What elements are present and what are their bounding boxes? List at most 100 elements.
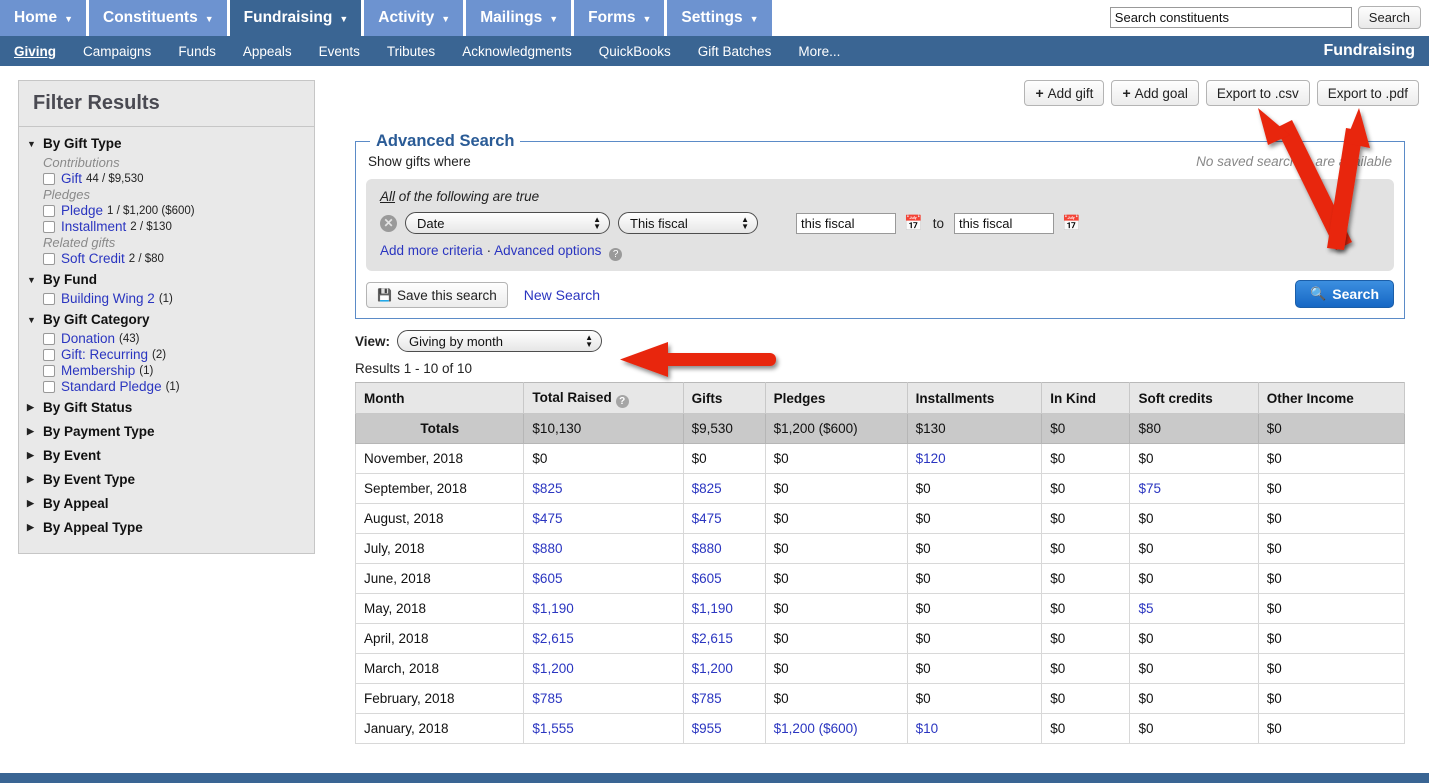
view-select[interactable]: Giving by month ▲ ▼ (397, 330, 603, 352)
filter-group-header-by-fund[interactable]: ▼ By Fund (19, 269, 314, 290)
advanced-options-link[interactable]: Advanced options (494, 243, 601, 258)
column-header-month[interactable]: Month (354, 382, 525, 414)
amount-cell[interactable]: $785 (682, 683, 766, 714)
amount-cell[interactable]: $120 (906, 443, 1043, 474)
amount-cell[interactable]: $605 (682, 563, 766, 594)
amount-cell[interactable]: $2,615 (523, 623, 684, 654)
filter-checkbox[interactable] (43, 172, 55, 185)
filter-option-link[interactable]: Installment (61, 219, 126, 234)
amount-link[interactable]: $120 (916, 451, 946, 466)
calendar-icon-from[interactable]: 📅 (904, 216, 923, 231)
filter-option-link[interactable]: Soft Credit (61, 251, 125, 266)
amount-link[interactable]: $475 (692, 511, 722, 526)
filter-checkbox[interactable] (43, 292, 55, 305)
export-csv-button[interactable]: Export to .csv (1205, 80, 1310, 106)
top-nav-tab-mailings[interactable]: Mailings ▼ (466, 0, 572, 36)
filter-checkbox[interactable] (43, 252, 55, 265)
save-this-search-button[interactable]: 💾 Save this search (366, 282, 508, 308)
section-nav-item-more[interactable]: More... (798, 44, 840, 59)
section-nav-item-quickbooks[interactable]: QuickBooks (599, 44, 671, 59)
filter-option-link[interactable]: Gift: Recurring (61, 347, 148, 362)
column-header-pledges[interactable]: Pledges (764, 382, 908, 414)
top-nav-tab-settings[interactable]: Settings ▼ (667, 0, 772, 36)
filter-group-header-by-payment-type[interactable]: ▶ By Payment Type (19, 421, 314, 442)
help-icon[interactable]: ? (615, 395, 629, 408)
top-nav-tab-activity[interactable]: Activity ▼ (364, 0, 464, 36)
amount-cell[interactable]: $5 (1129, 593, 1259, 624)
amount-link[interactable]: $1,555 (532, 721, 573, 736)
amount-link[interactable]: $475 (532, 511, 562, 526)
section-nav-item-tributes[interactable]: Tributes (387, 44, 435, 59)
column-header-installments[interactable]: Installments (906, 382, 1043, 414)
amount-link[interactable]: $605 (692, 571, 722, 586)
section-nav-item-appeals[interactable]: Appeals (243, 44, 292, 59)
amount-link[interactable]: $825 (692, 481, 722, 496)
filter-group-header-by-event-type[interactable]: ▶ By Event Type (19, 469, 314, 490)
filter-checkbox[interactable] (43, 380, 55, 393)
column-header-soft-credits[interactable]: Soft credits (1129, 382, 1259, 414)
remove-criteria-icon[interactable]: ✕ (380, 214, 397, 232)
add-goal-button[interactable]: + Add goal (1111, 80, 1199, 106)
amount-link[interactable]: $785 (532, 691, 562, 706)
amount-cell[interactable]: $10 (906, 713, 1043, 744)
amount-cell[interactable]: $1,200 (682, 653, 766, 684)
amount-cell[interactable]: $1,200 (523, 653, 684, 684)
amount-cell[interactable]: $825 (682, 473, 766, 504)
amount-link[interactable]: $1,190 (692, 601, 733, 616)
amount-cell[interactable]: $475 (523, 503, 684, 534)
amount-link[interactable]: $1,190 (532, 601, 573, 616)
column-header-other-income[interactable]: Other Income (1257, 382, 1406, 414)
amount-link[interactable]: $880 (532, 541, 562, 556)
section-nav-item-gift-batches[interactable]: Gift Batches (698, 44, 772, 59)
top-nav-tab-forms[interactable]: Forms ▼ (574, 0, 665, 36)
section-nav-item-campaigns[interactable]: Campaigns (83, 44, 151, 59)
amount-cell[interactable]: $605 (523, 563, 684, 594)
filter-group-header-by-appeal[interactable]: ▶ By Appeal (19, 493, 314, 514)
amount-link[interactable]: $1,200 ($600) (774, 721, 858, 736)
new-search-link[interactable]: New Search (524, 287, 600, 303)
filter-checkbox[interactable] (43, 204, 55, 217)
amount-cell[interactable]: $825 (523, 473, 684, 504)
filter-group-header-by-event[interactable]: ▶ By Event (19, 445, 314, 466)
amount-cell[interactable]: $1,200 ($600) (764, 713, 908, 744)
amount-link[interactable]: $880 (692, 541, 722, 556)
amount-cell[interactable]: $785 (523, 683, 684, 714)
section-nav-item-acknowledgments[interactable]: Acknowledgments (462, 44, 572, 59)
amount-link[interactable]: $75 (1138, 481, 1161, 496)
amount-cell[interactable]: $475 (682, 503, 766, 534)
filter-option-link[interactable]: Donation (61, 331, 115, 346)
section-nav-item-giving[interactable]: Giving (14, 44, 56, 59)
filter-option-link[interactable]: Membership (61, 363, 135, 378)
constituent-search-input[interactable] (1109, 7, 1352, 28)
amount-cell[interactable]: $880 (682, 533, 766, 564)
amount-link[interactable]: $825 (532, 481, 562, 496)
amount-cell[interactable]: $1,555 (523, 713, 684, 744)
amount-link[interactable]: $1,200 (532, 661, 573, 676)
amount-cell[interactable]: $2,615 (682, 623, 766, 654)
add-more-criteria-link[interactable]: Add more criteria (380, 243, 483, 258)
amount-link[interactable]: $955 (692, 721, 722, 736)
filter-option-link[interactable]: Standard Pledge (61, 379, 162, 394)
criteria-operator-select[interactable]: This fiscal ▲ ▼ (618, 212, 758, 234)
help-icon[interactable]: ? (609, 248, 623, 261)
amount-cell[interactable]: $75 (1129, 473, 1259, 504)
amount-cell[interactable]: $880 (523, 533, 684, 564)
filter-checkbox[interactable] (43, 220, 55, 233)
filter-option-link[interactable]: Pledge (61, 203, 103, 218)
run-search-button[interactable]: 🔍 Search (1295, 280, 1394, 308)
filter-group-header-by-gift-status[interactable]: ▶ By Gift Status (19, 397, 314, 418)
amount-link[interactable]: $10 (916, 721, 939, 736)
section-nav-item-funds[interactable]: Funds (178, 44, 216, 59)
top-nav-tab-constituents[interactable]: Constituents ▼ (89, 0, 227, 36)
amount-link[interactable]: $605 (532, 571, 562, 586)
add-gift-button[interactable]: + Add gift (1024, 80, 1105, 106)
calendar-icon-to[interactable]: 📅 (1062, 216, 1081, 231)
amount-link[interactable]: $785 (692, 691, 722, 706)
filter-group-header-by-gift-type[interactable]: ▼ By Gift Type (19, 133, 314, 154)
filter-checkbox[interactable] (43, 364, 55, 377)
amount-link[interactable]: $5 (1138, 601, 1153, 616)
section-nav-item-events[interactable]: Events (319, 44, 360, 59)
date-to-input[interactable] (953, 212, 1054, 234)
filter-group-header-by-gift-category[interactable]: ▼ By Gift Category (19, 309, 314, 330)
criteria-field-select[interactable]: Date ▲ ▼ (405, 212, 610, 234)
